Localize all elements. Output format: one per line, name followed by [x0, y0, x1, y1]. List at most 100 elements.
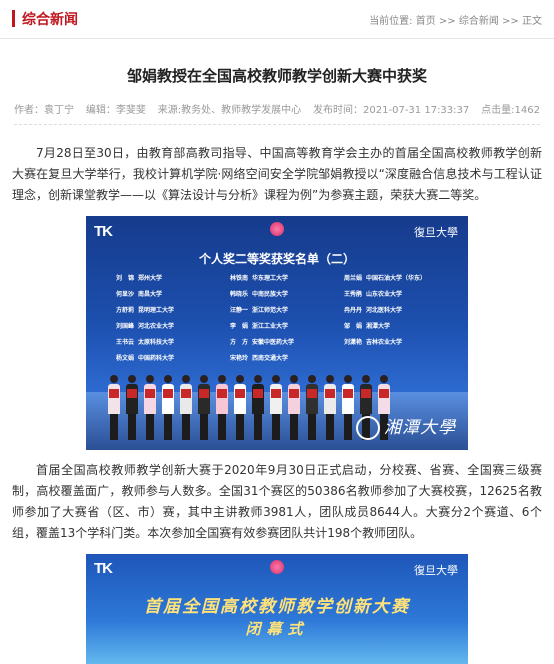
winner-entry: 冉丹丹 河北医科大学 — [344, 305, 454, 314]
certificate-icon — [235, 389, 245, 398]
certificate-icon — [109, 389, 119, 398]
certificate-icon — [217, 389, 227, 398]
winner-entry: 杨文娟 中国药科大学 — [116, 353, 226, 362]
winner-school: 西南交通大学 — [252, 355, 289, 362]
winner-name: 杨文娟 — [116, 355, 135, 362]
winner-entry: 王书云 太原科技大学 — [116, 337, 226, 346]
winner-entry: 邹 娟湘潭大学 — [344, 321, 454, 330]
meta-author: 作者：袁丁宁 — [14, 105, 74, 116]
winner-name: 王书云 — [116, 339, 135, 346]
winner-name: 韩晓乐 — [230, 291, 249, 298]
recipient-figure — [126, 375, 138, 440]
recipient-figure — [144, 375, 156, 440]
article-paragraph-1: 7月28日至30日，由教育部高教司指导、中国高等教育学会主办的首届全国高校教师教… — [12, 146, 542, 202]
recipient-figure — [216, 375, 228, 440]
winner-name: 方舒莉 — [116, 307, 135, 314]
recipient-figure — [234, 375, 246, 440]
winner-school: 昆明理工大学 — [138, 307, 175, 314]
recipient-figure — [306, 375, 318, 440]
winner-school: 安徽中医药大学 — [252, 339, 295, 346]
meta-source: 来源:教务处、教师教学发展中心 — [157, 105, 302, 116]
fudan-logo: 復旦大學 — [414, 226, 458, 239]
winner-entry: 林铁南 华东理工大学 — [230, 273, 340, 282]
certificate-icon — [343, 389, 353, 398]
recipient-figure — [108, 375, 120, 440]
screen-title: 个人奖二等奖获奖名单（二） — [198, 252, 355, 266]
winner-entry: 王秀鹃 山东农业大学 — [344, 289, 454, 298]
fudan-logo: 復旦大學 — [414, 564, 458, 577]
breadcrumb-prefix: 当前位置: — [369, 16, 416, 27]
section-accent-bar — [12, 10, 15, 27]
recipient-figure — [342, 375, 354, 440]
certificate-icon — [379, 389, 389, 398]
emblem-icon — [270, 222, 284, 236]
winner-school: 太原科技大学 — [138, 339, 175, 346]
article-title: 邹娟教授在全国高校教师教学创新大赛中获奖 — [126, 67, 427, 85]
winner-entry: 刘国峰 河北农业大学 — [116, 321, 226, 330]
contest-logo-text: TK — [94, 223, 113, 240]
certificate-icon — [199, 389, 209, 398]
winner-entry: 李 娟浙江工业大学 — [230, 321, 340, 330]
university-seal-icon — [356, 416, 380, 440]
recipient-figure — [180, 375, 192, 440]
recipient-figure — [270, 375, 282, 440]
winner-name: 方 方 — [230, 339, 249, 346]
winner-name: 李 娟 — [230, 323, 249, 330]
certificate-icon — [145, 389, 155, 398]
meta-date: 发布时间：2021-07-31 17:33:37 — [313, 105, 470, 116]
breadcrumb-section-link[interactable]: 综合新闻 — [459, 16, 499, 27]
winner-school: 中国药科大学 — [138, 355, 175, 362]
winner-entry: 韩晓乐 中南民族大学 — [230, 289, 340, 298]
winner-name: 宋艳玲 — [230, 355, 249, 362]
winner-name: 刘国峰 — [116, 323, 135, 330]
winner-entry: 周兰娟 中国石油大学（华东） — [344, 273, 454, 282]
certificate-icon — [163, 389, 173, 398]
watermark-text: 湘潭大學 — [384, 417, 456, 438]
banner-subtitle: 闭幕式 — [245, 620, 309, 638]
winner-school: 湘潭大学 — [366, 323, 391, 330]
winner-school: 郑州大学 — [138, 275, 163, 282]
winner-entry: 方 方安徽中医药大学 — [230, 337, 340, 346]
certificate-icon — [325, 389, 335, 398]
article-meta: 作者：袁丁宁 编辑：李斐斐 来源:教务处、教师教学发展中心 发布时间：2021-… — [14, 101, 540, 125]
certificate-icon — [271, 389, 281, 398]
winner-school: 华东理工大学 — [252, 275, 289, 282]
winner-school: 中国石油大学（华东） — [366, 275, 427, 282]
winner-name: 汪静一 — [230, 307, 249, 314]
certificate-icon — [361, 389, 371, 398]
recipient-figure — [252, 375, 264, 440]
breadcrumb-current: 正文 — [522, 16, 542, 27]
article-paragraph-2: 首届全国高校教师教学创新大赛于2020年9月30日正式启动，分校赛、省赛、全国赛… — [12, 463, 542, 540]
winner-name: 周兰娟 — [344, 275, 363, 282]
winner-school: 山东农业大学 — [366, 291, 403, 298]
winner-name: 刘 锦 — [116, 275, 135, 282]
contest-logo: TK — [94, 560, 113, 577]
winner-school: 中南民族大学 — [252, 291, 289, 298]
winner-entry: 方舒莉 昆明理工大学 — [116, 305, 226, 314]
breadcrumb: 当前位置: 首页 >> 综合新闻 >> 正文 — [369, 12, 542, 27]
certificate-icon — [253, 389, 263, 398]
certificate-icon — [307, 389, 317, 398]
winner-name: 冉丹丹 — [344, 307, 363, 314]
winner-school: 河北农业大学 — [138, 323, 175, 330]
section-title: 综合新闻 — [22, 12, 78, 28]
winner-entry: 汪静一 浙江师范大学 — [230, 305, 340, 314]
winner-name: 何显沙 — [116, 291, 135, 298]
winner-entry: 刘潇艳 吉林农业大学 — [344, 337, 454, 346]
breadcrumb-separator: >> — [435, 16, 459, 27]
recipient-figure — [198, 375, 210, 440]
winner-entry: 刘 锦郑州大学 — [116, 273, 226, 282]
winner-school: 浙江工业大学 — [252, 323, 289, 330]
winner-name: 刘潇艳 — [344, 339, 363, 346]
winner-entry: 宋艳玲 西南交通大学 — [230, 353, 340, 362]
certificate-icon — [289, 389, 299, 398]
certificate-icon — [127, 389, 137, 398]
winner-school: 南昌大学 — [138, 291, 163, 298]
winner-name: 王秀鹃 — [344, 291, 363, 298]
winner-entry — [344, 353, 454, 362]
banner-title: 首届全国高校教师教学创新大赛 — [144, 597, 410, 617]
recipient-figure — [162, 375, 174, 440]
section-header: 综合新闻 当前位置: 首页 >> 综合新闻 >> 正文 — [0, 0, 554, 39]
breadcrumb-home-link[interactable]: 首页 — [416, 16, 436, 27]
xiangtan-watermark: 湘潭大學 — [356, 413, 456, 440]
